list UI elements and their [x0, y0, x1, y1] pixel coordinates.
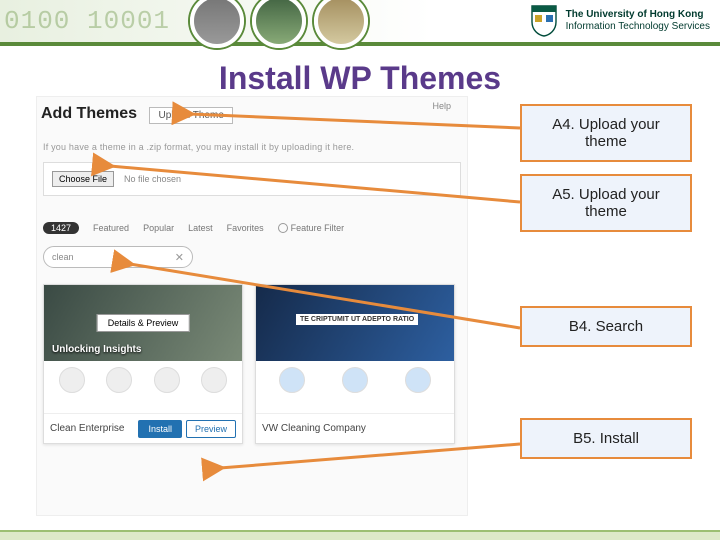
card1-overlay-text: Unlocking Insights — [52, 344, 141, 355]
circle-image-2 — [252, 0, 306, 48]
callout-a5: A5. Upload your theme — [520, 174, 692, 232]
card1-name: Clean Enterprise — [50, 423, 124, 434]
circle-image-1 — [190, 0, 244, 48]
binary-decor: 0100 10001 — [4, 6, 170, 36]
tab-featured[interactable]: Featured — [93, 223, 129, 233]
wp-screenshot: Help Add Themes Upload Theme If you have… — [36, 96, 468, 516]
org-name-line1: The University of Hong Kong — [566, 9, 710, 21]
install-button[interactable]: Install — [138, 420, 182, 438]
slide-footer-bar — [0, 530, 720, 540]
org-logo-block: The University of Hong Kong Information … — [530, 4, 710, 38]
theme-card-2[interactable]: TE CRIPTUMIT UT ADEPTO RATIO VW Cleaning… — [255, 284, 455, 444]
help-link[interactable]: Help — [432, 101, 451, 111]
gear-icon — [278, 223, 288, 233]
feature-filter-button[interactable]: Feature Filter — [278, 223, 345, 233]
header-circle-images — [190, 0, 368, 48]
add-themes-heading: Add Themes — [37, 97, 137, 123]
circle-image-3 — [314, 0, 368, 48]
theme-card-1[interactable]: Unlocking Insights Details & Preview Cle… — [43, 284, 243, 444]
zip-instruction-text: If you have a theme in a .zip format, yo… — [43, 142, 467, 152]
theme-tabs-row: 1427 Featured Popular Latest Favorites F… — [37, 216, 467, 240]
choose-file-button[interactable]: Choose File — [52, 171, 114, 187]
org-name-line2: Information Technology Services — [566, 21, 710, 33]
callout-b5: B5. Install — [520, 418, 692, 459]
clear-search-icon[interactable]: ✕ — [175, 251, 184, 264]
tab-latest[interactable]: Latest — [188, 223, 213, 233]
callout-b4: B4. Search — [520, 306, 692, 347]
search-value: clean — [52, 252, 74, 262]
card2-overlay-text: TE CRIPTUMIT UT ADEPTO RATIO — [296, 314, 418, 325]
callout-a4: A4. Upload your theme — [520, 104, 692, 162]
hku-shield-icon — [530, 4, 558, 38]
slide-header: 0100 10001 The University of Hong Kong I… — [0, 0, 720, 46]
theme-cards-grid: Unlocking Insights Details & Preview Cle… — [37, 274, 467, 454]
file-upload-box: Choose File No file chosen — [43, 162, 461, 196]
tab-popular[interactable]: Popular — [143, 223, 174, 233]
details-preview-button[interactable]: Details & Preview — [97, 314, 190, 332]
theme-search-input[interactable]: clean ✕ — [43, 246, 193, 268]
card2-name: VW Cleaning Company — [262, 423, 366, 434]
upload-theme-button[interactable]: Upload Theme — [149, 107, 232, 124]
preview-button[interactable]: Preview — [186, 420, 236, 438]
theme-count-badge: 1427 — [43, 222, 79, 234]
slide-title: Install WP Themes — [0, 60, 720, 97]
tab-favorites[interactable]: Favorites — [227, 223, 264, 233]
no-file-text: No file chosen — [124, 174, 181, 184]
